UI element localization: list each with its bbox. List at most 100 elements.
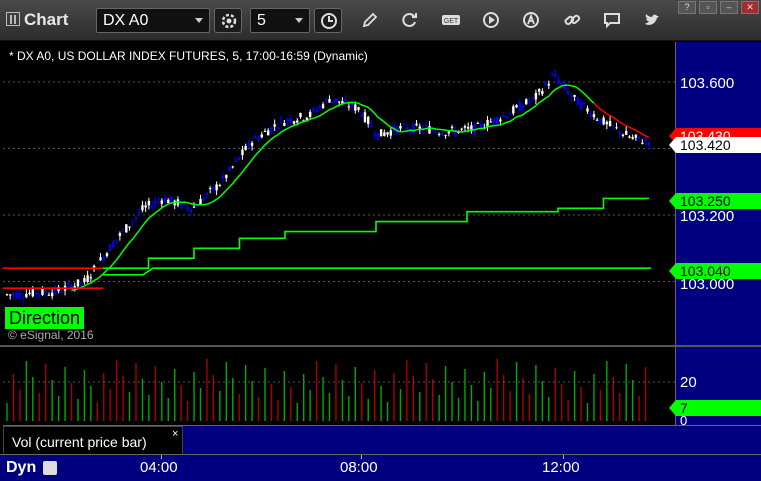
price-bar-body — [360, 113, 363, 117]
volume-pane[interactable] — [3, 347, 675, 425]
settings-icon — [221, 13, 237, 29]
chevron-down-icon[interactable] — [295, 18, 303, 23]
price-bar-body — [647, 142, 650, 146]
toolbar: Chart DX A0 5 GET ? ▫ – ✕ — [0, 0, 761, 41]
price-bar-body — [350, 102, 354, 108]
price-bar-body — [21, 296, 25, 299]
moving-average-line — [71, 84, 595, 291]
price-bar-body — [67, 282, 70, 284]
price-bar-body — [102, 256, 105, 261]
price-bar-body — [244, 145, 247, 151]
price-bar-body — [238, 157, 241, 160]
price-bar-body — [254, 135, 257, 138]
price-bar-body — [125, 224, 128, 233]
draw-button[interactable] — [356, 8, 384, 33]
refresh-button[interactable] — [396, 8, 424, 33]
price-bar-body — [296, 120, 299, 123]
price-bar-body — [502, 115, 505, 117]
price-bar-body — [299, 112, 302, 118]
price-bar-body — [289, 118, 292, 124]
price-bar-body — [99, 257, 102, 261]
price-bar-body — [441, 132, 444, 136]
interval-input[interactable]: 5 — [250, 8, 310, 33]
price-bar-body — [34, 292, 38, 295]
price-bar-body — [318, 105, 322, 108]
price-bar-body — [18, 292, 22, 298]
price-bar-body — [518, 102, 521, 112]
price-bar-body — [544, 82, 547, 86]
volume-tick-label: 20 — [680, 374, 697, 391]
price-bar-body — [383, 132, 386, 136]
restore-button[interactable]: ▫ — [699, 1, 717, 14]
price-bar-body — [592, 114, 596, 118]
price-bar-body — [208, 188, 212, 190]
close-button[interactable]: ✕ — [741, 1, 759, 14]
price-axis[interactable]: 103.600 103.200 103.000 103.430 103.420 … — [669, 42, 761, 345]
price-bar-body — [618, 131, 621, 135]
price-pane[interactable]: * DX A0, US DOLLAR INDEX FUTURES, 5, 17:… — [3, 42, 675, 345]
price-bar-body — [515, 105, 518, 108]
price-bar-body — [367, 116, 370, 124]
price-bar-body — [379, 129, 383, 137]
settings-button[interactable] — [214, 8, 242, 33]
price-bar-body — [466, 126, 470, 129]
play-button[interactable] — [477, 8, 505, 33]
price-bar-body — [363, 112, 367, 122]
price-bar-body — [250, 142, 254, 146]
price-bar-body — [412, 124, 415, 134]
close-study-icon[interactable]: × — [172, 428, 178, 440]
price-bar-body — [541, 91, 544, 95]
minimize-button[interactable]: – — [720, 1, 738, 14]
twitter-button[interactable] — [638, 8, 666, 33]
price-bar-body — [283, 122, 286, 126]
help-button[interactable]: ? — [678, 1, 696, 14]
price-bar-body — [134, 216, 138, 218]
price-bar-body — [450, 126, 454, 128]
price-bar-body — [202, 197, 205, 201]
price-bar-body — [554, 72, 557, 77]
price-bar-body — [118, 233, 122, 236]
message-button[interactable] — [598, 8, 626, 33]
price-bar-body — [570, 95, 573, 97]
price-bar-body — [305, 117, 309, 120]
price-chart[interactable] — [3, 42, 675, 345]
price-bar-body — [499, 119, 502, 122]
price-bar-body — [550, 75, 554, 77]
price-bar-body — [602, 117, 605, 125]
volume-axis[interactable]: 20 0 7 — [669, 347, 761, 428]
price-bar-body — [496, 117, 499, 124]
price-bar-body — [83, 278, 86, 283]
get-button[interactable]: GET — [437, 8, 465, 33]
price-bar-body — [512, 106, 515, 114]
price-bar-body — [557, 79, 560, 84]
price-bar-body — [344, 99, 347, 102]
time-button[interactable] — [314, 8, 342, 33]
price-bar-body — [599, 118, 602, 124]
price-bar-body — [279, 118, 283, 120]
alert-button[interactable] — [517, 8, 545, 33]
time-axis[interactable]: Dyn 04:00 08:00 12:00 — [0, 454, 761, 481]
price-bar-body — [76, 279, 80, 287]
price-bar-body — [215, 184, 218, 191]
price-bar-body — [128, 226, 131, 228]
price-bar-body — [608, 121, 612, 127]
volume-chart[interactable] — [3, 347, 675, 425]
price-bar-body — [308, 111, 312, 117]
price-bar-body — [337, 101, 341, 103]
price-tick-label: 103.600 — [680, 75, 735, 92]
volume-study-label[interactable]: Vol (current price bar) × — [3, 426, 183, 455]
chart-header: * DX A0, US DOLLAR INDEX FUTURES, 5, 17:… — [9, 49, 368, 63]
price-bar-body — [489, 121, 492, 123]
price-bar-body — [112, 241, 115, 248]
time-tick-label: 08:00 — [340, 459, 378, 476]
price-bar-body — [331, 100, 334, 102]
price-bar-body — [192, 206, 196, 208]
chevron-down-icon[interactable] — [195, 18, 203, 23]
symbol-input[interactable]: DX A0 — [96, 8, 210, 33]
link-button[interactable] — [558, 8, 586, 33]
price-bar-body — [628, 136, 631, 138]
price-bar-body — [315, 109, 318, 113]
dyn-toggle-icon[interactable] — [43, 461, 57, 475]
direction-label: Direction — [5, 307, 85, 329]
price-bar-body — [525, 99, 528, 105]
